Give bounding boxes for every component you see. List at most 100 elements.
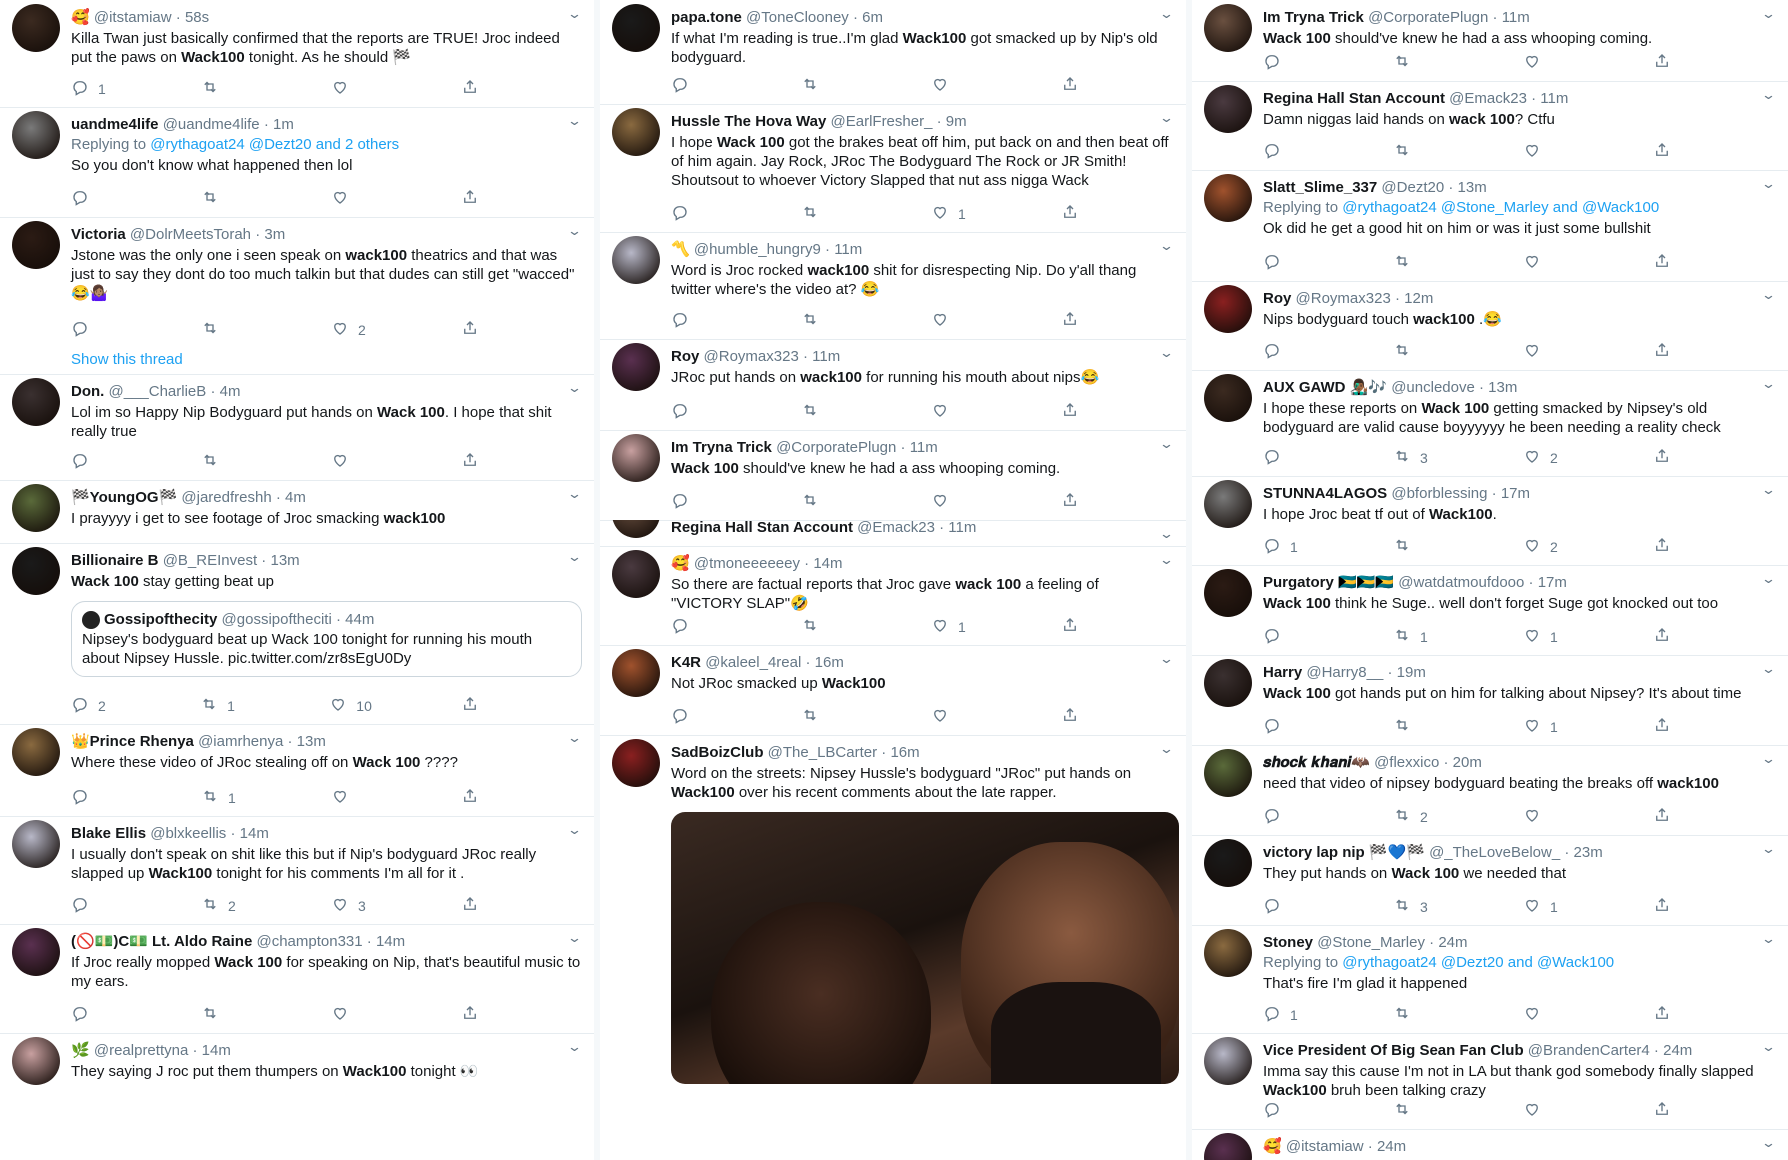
avatar[interactable] xyxy=(12,221,60,269)
reply-button[interactable] xyxy=(671,401,711,422)
tweet-card[interactable]: ⌄ STUNNA4LAGOS @bforblessing · 17m I hope … xyxy=(1192,476,1788,566)
user-handle[interactable]: @CorporatePlugn xyxy=(1368,9,1488,26)
avatar[interactable] xyxy=(1204,749,1252,797)
tweet-card[interactable]: ⌄ K4R @kaleel_4real · 16m Not JRoc smacked… xyxy=(600,645,1186,736)
avatar[interactable] xyxy=(1204,1037,1252,1085)
retweet-button[interactable] xyxy=(201,451,241,472)
user-handle[interactable]: @blxkeellis xyxy=(150,825,226,842)
retweet-button[interactable] xyxy=(201,188,241,209)
retweet-button[interactable] xyxy=(801,706,841,727)
share-button[interactable] xyxy=(1653,447,1693,468)
retweet-button[interactable] xyxy=(201,1004,241,1025)
retweet-button[interactable] xyxy=(201,78,241,99)
display-name[interactable]: papa.tone xyxy=(671,9,742,26)
retweet-button[interactable] xyxy=(1393,52,1433,73)
retweet-button[interactable]: 2 xyxy=(1393,806,1433,827)
tweet-card[interactable]: ⌄ Harry @Harry8__ · 19m Wack 100 got hands… xyxy=(1192,655,1788,746)
timestamp[interactable]: 16m xyxy=(815,654,844,671)
tweet-photo[interactable] xyxy=(671,812,1179,1084)
retweet-button[interactable] xyxy=(1393,141,1433,162)
avatar[interactable] xyxy=(12,4,60,52)
reply-button[interactable] xyxy=(71,188,111,209)
reply-button[interactable]: 1 xyxy=(1263,536,1303,557)
user-handle[interactable]: @itstamiaw xyxy=(1286,1138,1364,1155)
avatar[interactable] xyxy=(612,739,660,787)
display-name[interactable]: victory lap nip 🏁💙🏁 xyxy=(1263,844,1425,861)
timestamp[interactable]: 13m xyxy=(270,552,299,569)
avatar[interactable] xyxy=(1204,839,1252,887)
display-name-emoji[interactable]: 〽️ xyxy=(671,241,690,258)
avatar[interactable] xyxy=(612,343,660,391)
tweet-card[interactable]: ⌄ Regina Hall Stan Account @Emack23 · 11m xyxy=(600,520,1186,547)
share-button[interactable] xyxy=(1653,1004,1693,1025)
share-button[interactable] xyxy=(1653,52,1693,73)
user-handle[interactable]: @watdatmoufdooo xyxy=(1398,574,1524,591)
display-name[interactable]: AUX GAWD 👨🏾‍🎤🎶 xyxy=(1263,379,1387,396)
avatar[interactable] xyxy=(1204,174,1252,222)
share-button[interactable] xyxy=(1061,616,1101,637)
user-handle[interactable]: @itstamiaw xyxy=(94,9,172,26)
tweet-card[interactable]: ⌄ Vice President Of Big Sean Fan Club @Br… xyxy=(1192,1033,1788,1130)
avatar[interactable] xyxy=(612,236,660,284)
user-handle[interactable]: @realprettyna xyxy=(94,1042,188,1059)
display-name[interactable]: Regina Hall Stan Account xyxy=(671,520,853,536)
user-handle[interactable]: @_TheLoveBelow_ xyxy=(1429,844,1560,861)
tweet-card[interactable]: ⌄ Regina Hall Stan Account @Emack23 · 11m… xyxy=(1192,81,1788,171)
reply-button[interactable] xyxy=(671,310,711,331)
timestamp[interactable]: 16m xyxy=(890,744,919,761)
timestamp[interactable]: 11m xyxy=(1540,90,1568,107)
reply-button[interactable] xyxy=(1263,896,1303,917)
user-handle[interactable]: @Emack23 xyxy=(857,520,935,536)
timestamp[interactable]: 12m xyxy=(1404,290,1433,307)
timestamp[interactable]: 11m xyxy=(812,348,840,365)
user-handle[interactable]: @bforblessing xyxy=(1391,485,1487,502)
reply-button[interactable] xyxy=(1263,1100,1303,1121)
user-handle[interactable]: @tmoneeeeeey xyxy=(694,555,800,572)
timestamp[interactable]: 13m xyxy=(1488,379,1517,396)
tweet-card[interactable]: ⌄ 👑Prince Rhenya @iamrhenya · 13m Where th… xyxy=(0,724,594,817)
tweet-card[interactable]: ⌄ Purgatory 🇧🇸🇧🇸🇧🇸 @watdatmoufdooo · 17m W… xyxy=(1192,565,1788,656)
like-button[interactable] xyxy=(1523,141,1563,162)
tweet-card[interactable]: ⌄ 〽️ @humble_hungry9 · 11m Word is Jroc ro… xyxy=(600,232,1186,340)
like-button[interactable]: 1 xyxy=(931,616,971,637)
tweet-card[interactable]: ⌄ 🥰 @itstamiaw · 58s Killa Twan just basic… xyxy=(0,0,594,108)
display-name-emoji[interactable]: 🥰 xyxy=(71,9,90,26)
reply-button[interactable] xyxy=(1263,626,1303,647)
share-button[interactable] xyxy=(461,188,501,209)
tweet-card[interactable]: ⌄ AUX GAWD 👨🏾‍🎤🎶 @uncledove · 13m I hope t… xyxy=(1192,370,1788,477)
tweet-card[interactable]: ⌄ Don. @___CharlieB · 4m Lol im so Happy N… xyxy=(0,374,594,481)
display-name[interactable]: Regina Hall Stan Account xyxy=(1263,90,1445,107)
like-button[interactable] xyxy=(1523,341,1563,362)
timestamp[interactable]: 6m xyxy=(862,9,883,26)
like-button[interactable] xyxy=(1523,806,1563,827)
share-button[interactable] xyxy=(1061,491,1101,512)
reply-button[interactable] xyxy=(71,451,111,472)
reply-button[interactable]: 2 xyxy=(71,695,111,716)
retweet-button[interactable] xyxy=(801,75,841,96)
display-name[interactable]: Vice President Of Big Sean Fan Club xyxy=(1263,1042,1524,1059)
like-button[interactable] xyxy=(1523,252,1563,273)
display-name[interactable]: 👑Prince Rhenya xyxy=(71,733,194,750)
tweet-card[interactable]: ⌄ 🥰 @tmoneeeeeey · 14m So there are factua… xyxy=(600,546,1186,646)
display-name[interactable]: Harry xyxy=(1263,664,1302,681)
like-button[interactable] xyxy=(331,1004,371,1025)
user-handle[interactable]: @Stone_Marley xyxy=(1317,934,1425,951)
retweet-button[interactable]: 3 xyxy=(1393,447,1433,468)
reply-button[interactable] xyxy=(1263,447,1303,468)
tweet-card[interactable]: ⌄ Im Tryna Trick @CorporatePlugn · 11m Wac… xyxy=(1192,0,1788,82)
retweet-button[interactable]: 3 xyxy=(1393,896,1433,917)
reply-button[interactable] xyxy=(1263,806,1303,827)
user-handle[interactable]: @Roymax323 xyxy=(704,348,799,365)
display-name-emoji[interactable]: 🥰 xyxy=(1263,1138,1282,1155)
replying-to-links[interactable]: @rythagoat24 @Dezt20 and @Wack100 xyxy=(1342,954,1614,971)
like-button[interactable] xyxy=(331,787,371,808)
tweet-card[interactable]: ⌄ Roy @Roymax323 · 12m Nips bodyguard touc… xyxy=(1192,281,1788,371)
avatar[interactable] xyxy=(612,649,660,697)
user-handle[interactable]: @humble_hungry9 xyxy=(694,241,821,258)
reply-button[interactable]: 1 xyxy=(71,78,111,99)
tweet-card[interactable]: ⌄ Billionaire B @B_REInvest · 13m Wack 100… xyxy=(0,543,594,725)
tweet-card[interactable]: ⌄ uandme4life @uandme4life · 1m Replying t… xyxy=(0,107,594,218)
retweet-button[interactable] xyxy=(1393,1100,1433,1121)
timestamp[interactable]: 11m xyxy=(1502,9,1530,26)
avatar[interactable] xyxy=(612,108,660,156)
